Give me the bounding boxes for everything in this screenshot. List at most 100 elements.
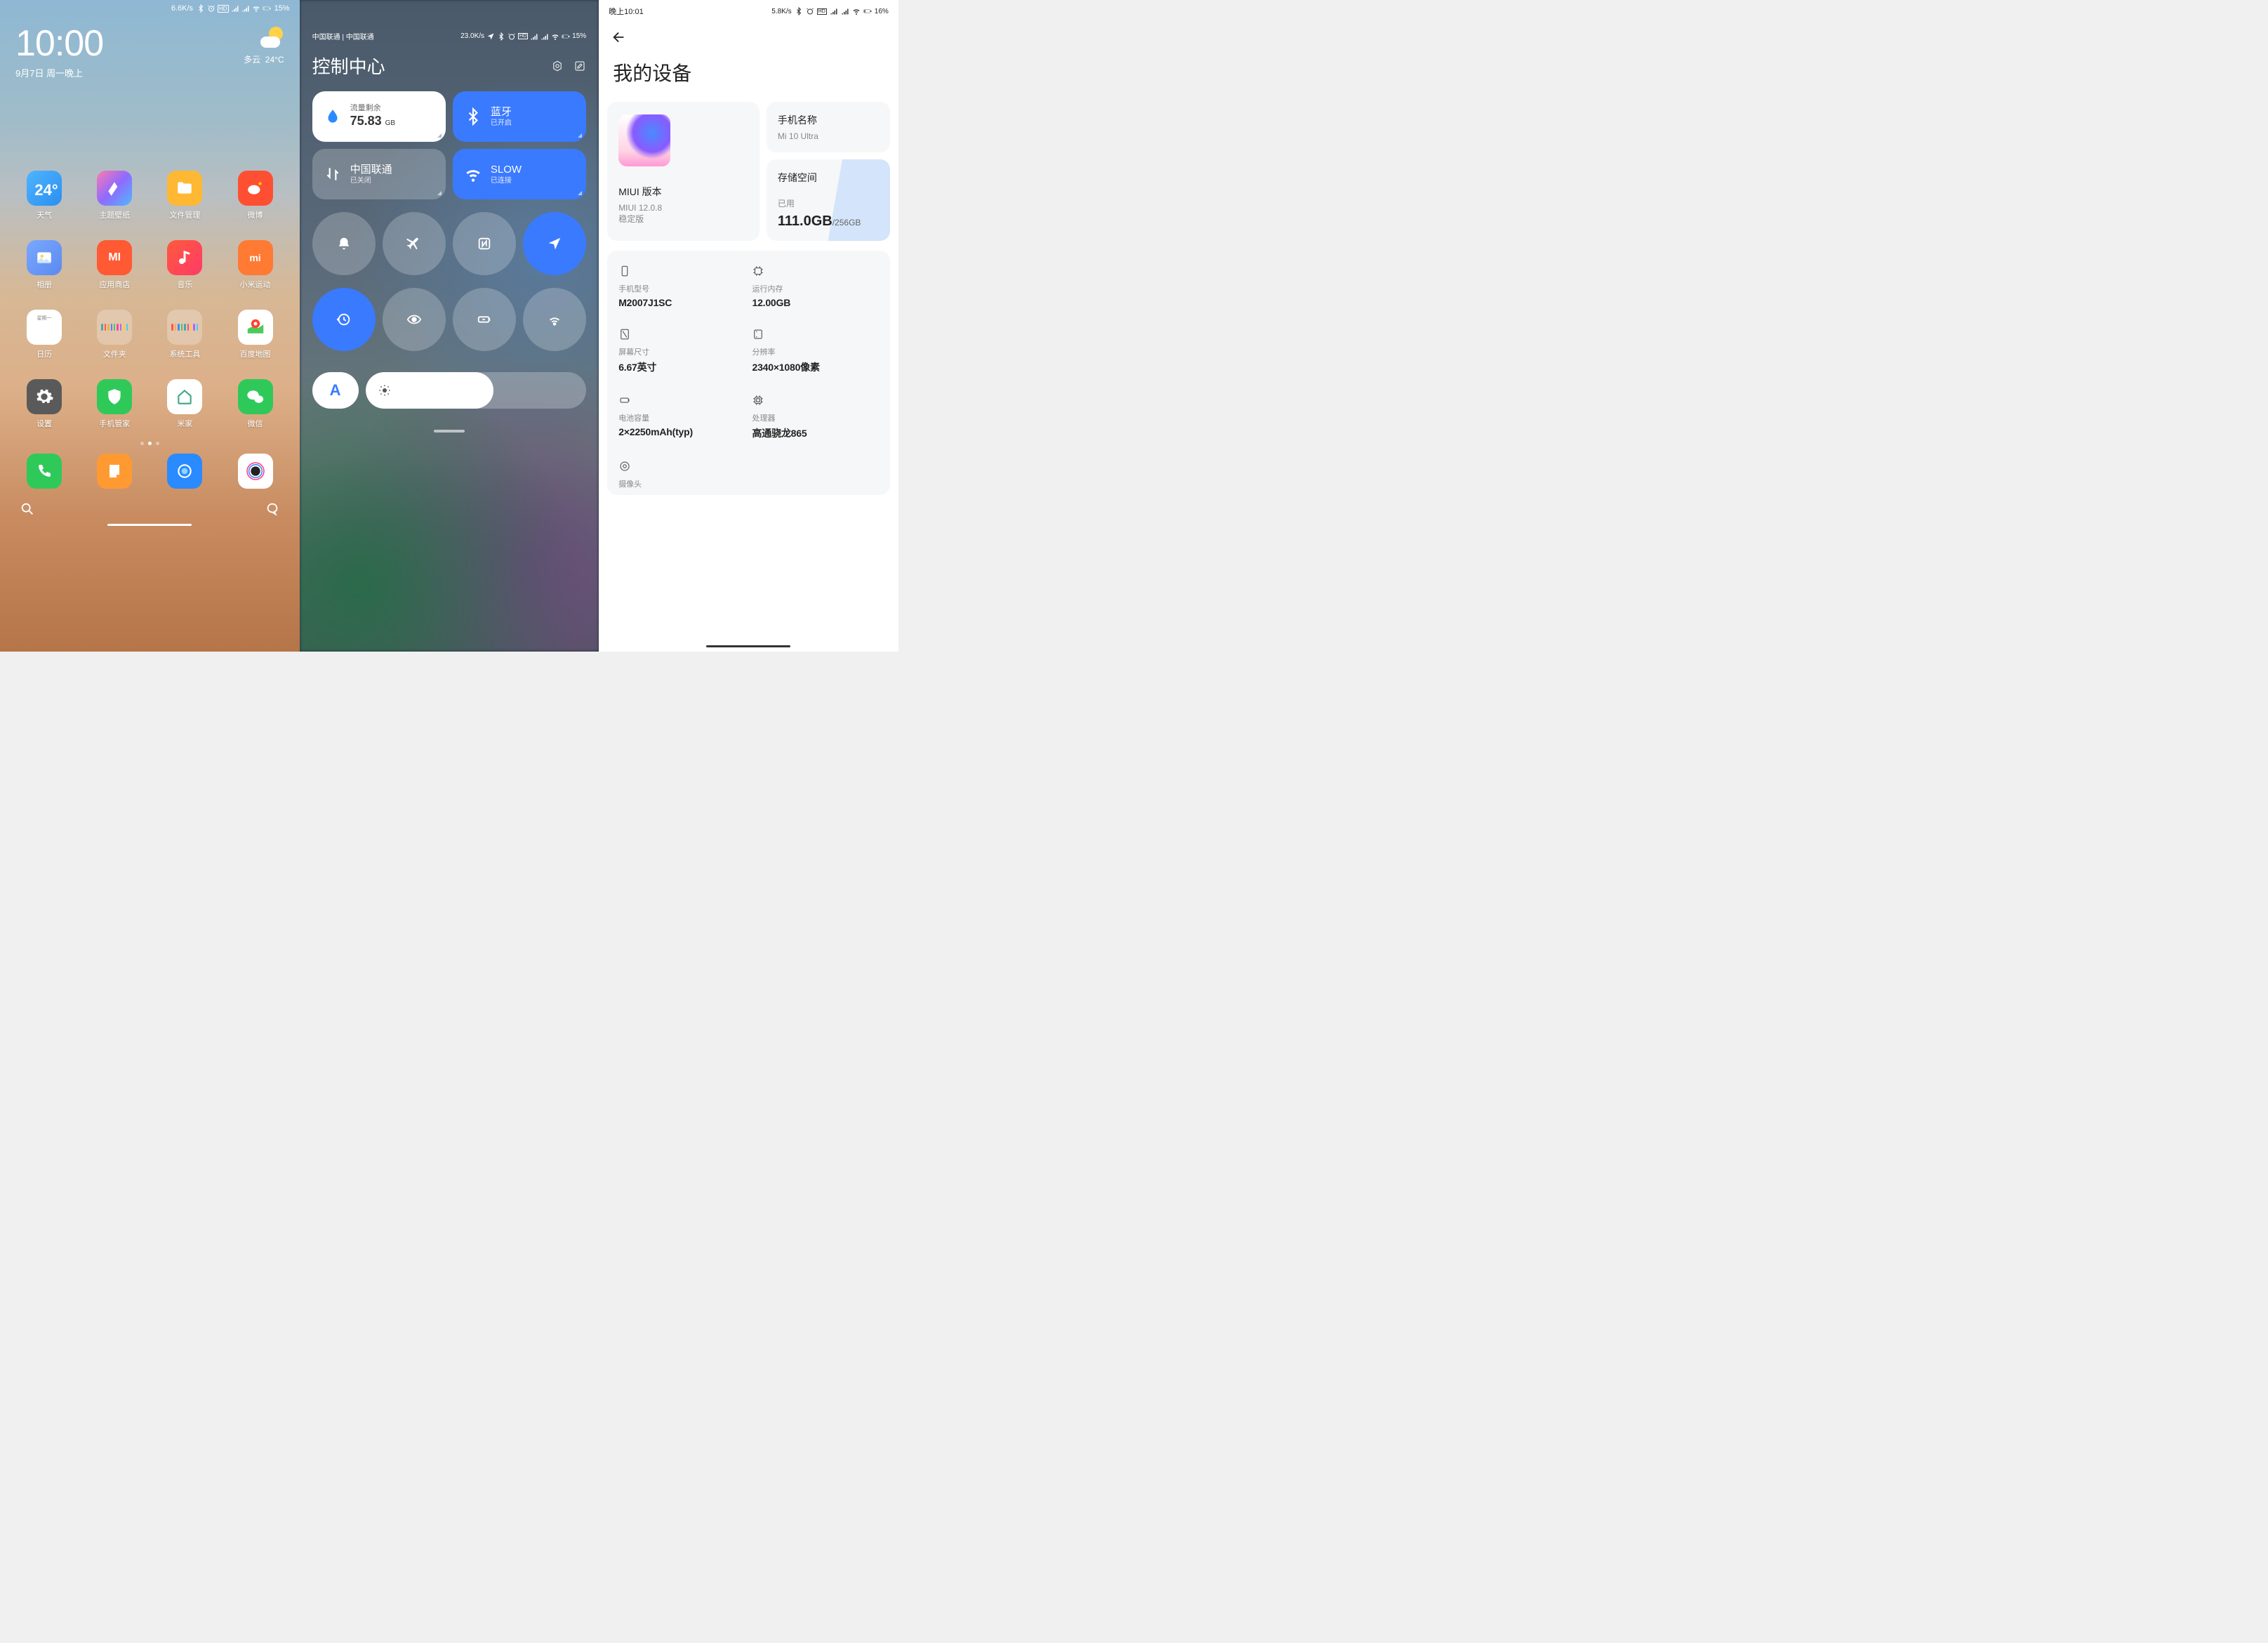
net-speed: 23.0K/s [460,32,484,40]
dnd-toggle[interactable] [312,212,376,275]
battery-icon [263,4,271,13]
status-bar: 晚上10:01 5.8K/s HD 16% [599,0,898,22]
app-label: 应用商店 [99,279,130,290]
app-label: 微博 [248,209,263,220]
tile-name: SLOW [491,163,522,177]
bluetooth-tile[interactable]: 蓝牙已开启 [453,91,586,142]
store-icon: MI [97,240,132,275]
wechat-icon [238,379,273,414]
signal-icon-2 [541,32,549,41]
app-theme[interactable]: 主题壁纸 [83,171,146,220]
auto-brightness-toggle[interactable]: A [312,372,359,409]
app-store[interactable]: MI 应用商店 [83,240,146,290]
device-name-card[interactable]: 手机名称 Mi 10 Ultra [767,102,890,152]
app-folder-1[interactable]: 文件夹 [83,310,146,359]
tile-status: 已开启 [491,119,512,128]
gallery-icon [27,240,62,275]
mi-ai-icon[interactable] [265,501,280,517]
mobile-data-icon [324,165,342,183]
spec-cpu: 处理器高通骁龙865 [752,394,878,440]
calendar-icon: 星期一7 [27,310,62,345]
location-icon [486,32,495,41]
app-gallery[interactable]: 相册 [13,240,76,290]
brightness-slider[interactable] [366,372,587,409]
status-bar: 中国联通 | 中国联通 23.0K/s HD 15% [312,0,587,53]
status-icons: 5.8K/s HD 16% [771,7,889,15]
search-icon[interactable] [20,501,35,517]
home-screen: 6.6K/s HD 15% 10:00 9月7日 周一晚上 多云 24°C 24… [0,0,300,652]
folder-icon [97,310,132,345]
device-name-value: Mi 10 Ultra [778,131,879,141]
nfc-toggle[interactable] [453,212,516,275]
app-grid: 24°天气 主题壁纸 文件管理 微博 相册 MI 应用商店 音乐 mi小米运动 星… [0,79,300,429]
edit-icon[interactable] [573,60,586,72]
app-files[interactable]: 文件管理 [153,171,216,220]
settings-icon[interactable] [551,60,564,72]
app-weibo[interactable]: 微博 [223,171,286,220]
spec-battery: 电池容量2×2250mAh(typ) [618,394,745,440]
app-label: 手机管家 [99,418,130,429]
dock-notes[interactable] [83,454,146,489]
signal-icon-2 [241,4,250,13]
app-mi-sport[interactable]: mi小米运动 [223,240,286,290]
specs-card[interactable]: 手机型号M2007J1SC 运行内存12.00GB 屏幕尺寸6.67英寸 分辨率… [607,251,890,495]
weather-widget[interactable]: 多云 24°C [244,25,284,65]
hd-icon: HD [817,8,827,15]
app-music[interactable]: 音乐 [153,240,216,290]
battery-saver-toggle[interactable] [453,288,516,351]
app-calendar[interactable]: 星期一7日历 [13,310,76,359]
dock-phone[interactable] [13,454,76,489]
shield-icon [97,379,132,414]
wifi-tile[interactable]: SLOW已连接 [453,149,586,199]
spec-resolution: 分辨率2340×1080像素 [752,328,878,374]
app-label: 天气 [37,209,52,220]
signal-icon [830,7,838,15]
clock-widget[interactable]: 10:00 9月7日 周一晚上 [15,25,103,79]
app-settings[interactable]: 设置 [13,379,76,429]
app-label: 文件管理 [169,209,200,220]
airplane-toggle[interactable] [383,212,446,275]
app-label: 音乐 [177,279,192,290]
storage-card[interactable]: 存储空间 已用 111.0GB/256GB [767,159,890,241]
gear-icon [27,379,62,414]
bluetooth-icon [464,107,482,126]
mobile-data-tile[interactable]: 中国联通已关闭 [312,149,446,199]
home-indicator[interactable] [107,524,192,526]
app-baidu-map[interactable]: 百度地图 [223,310,286,359]
camera-icon [618,460,631,473]
miui-logo [618,114,670,166]
miui-version-card[interactable]: MIUI 版本 MIUI 12.0.8 稳定版 [607,102,760,241]
spec-camera: 摄像头 [618,460,745,489]
back-button[interactable] [599,22,898,55]
app-wechat[interactable]: 微信 [223,379,286,429]
location-toggle[interactable] [523,212,586,275]
app-label: 主题壁纸 [99,209,130,220]
data-usage-tile[interactable]: 流量剩余75.83 GB [312,91,446,142]
app-mijia[interactable]: 米家 [153,379,216,429]
battery-icon [618,394,631,407]
net-speed: 5.8K/s [771,8,791,15]
spec-ram: 运行内存12.00GB [752,265,878,308]
browser-icon [167,454,202,489]
rotation-lock-toggle[interactable] [312,288,376,351]
app-label: 微信 [248,418,263,429]
app-label: 百度地图 [240,348,271,359]
wifi-icon [464,165,482,183]
tile-label: 流量剩余 [350,103,396,113]
signal-icon [231,4,239,13]
eye-comfort-toggle[interactable] [383,288,446,351]
app-weather[interactable]: 24°天气 [13,171,76,220]
drag-handle[interactable] [434,430,465,433]
app-security[interactable]: 手机管家 [83,379,146,429]
home-indicator[interactable] [706,645,790,647]
app-folder-system[interactable]: 系统工具 [153,310,216,359]
mi-sport-icon: mi [238,240,273,275]
mijia-icon [167,379,202,414]
dock-browser[interactable] [153,454,216,489]
tile-status: 已关闭 [350,176,392,185]
dock-camera[interactable] [223,454,286,489]
hotspot-toggle[interactable] [523,288,586,351]
phone-icon [27,454,62,489]
page-title: 我的设备 [599,55,898,102]
music-icon [167,240,202,275]
